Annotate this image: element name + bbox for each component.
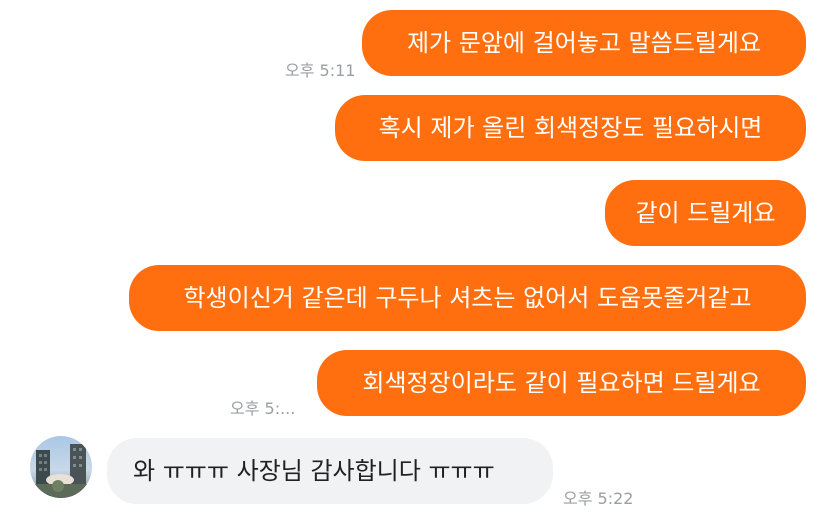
avatar[interactable] (30, 436, 92, 498)
outgoing-message-bubble[interactable]: 같이 드릴게요 (605, 180, 806, 246)
message-timestamp: 오후 5:22 (563, 489, 634, 508)
message-text: 학생이신거 같은데 구두나 셔츠는 없어서 도움못줄거같고 (183, 284, 752, 312)
outgoing-message-bubble[interactable]: 제가 문앞에 걸어놓고 말씀드릴게요 (362, 10, 806, 76)
chat-screen: { "messages": [ {"text": "제가 문앞에 걸어놓고 말씀… (0, 0, 835, 523)
outgoing-message-bubble[interactable]: 회색정장이라도 같이 필요하면 드릴게요 (317, 350, 806, 416)
message-text: 같이 드릴게요 (635, 199, 776, 227)
message-text: 제가 문앞에 걸어놓고 말씀드릴게요 (406, 29, 762, 57)
message-timestamp: 오후 5:... (230, 399, 296, 418)
user-avatar-photo-icon (30, 436, 92, 498)
message-timestamp: 오후 5:11 (285, 61, 356, 80)
outgoing-message-bubble[interactable]: 혹시 제가 올린 회색정장도 필요하시면 (335, 95, 806, 161)
message-text: 혹시 제가 올린 회색정장도 필요하시면 (378, 114, 763, 142)
outgoing-message-bubble[interactable]: 학생이신거 같은데 구두나 셔츠는 없어서 도움못줄거같고 (129, 265, 806, 331)
message-text: 와 ㅠㅠㅠ 사장님 감사합니다 ㅠㅠㅠ (133, 457, 495, 485)
incoming-message-bubble[interactable]: 와 ㅠㅠㅠ 사장님 감사합니다 ㅠㅠㅠ (107, 438, 553, 504)
message-text: 회색정장이라도 같이 필요하면 드릴게요 (362, 369, 761, 397)
